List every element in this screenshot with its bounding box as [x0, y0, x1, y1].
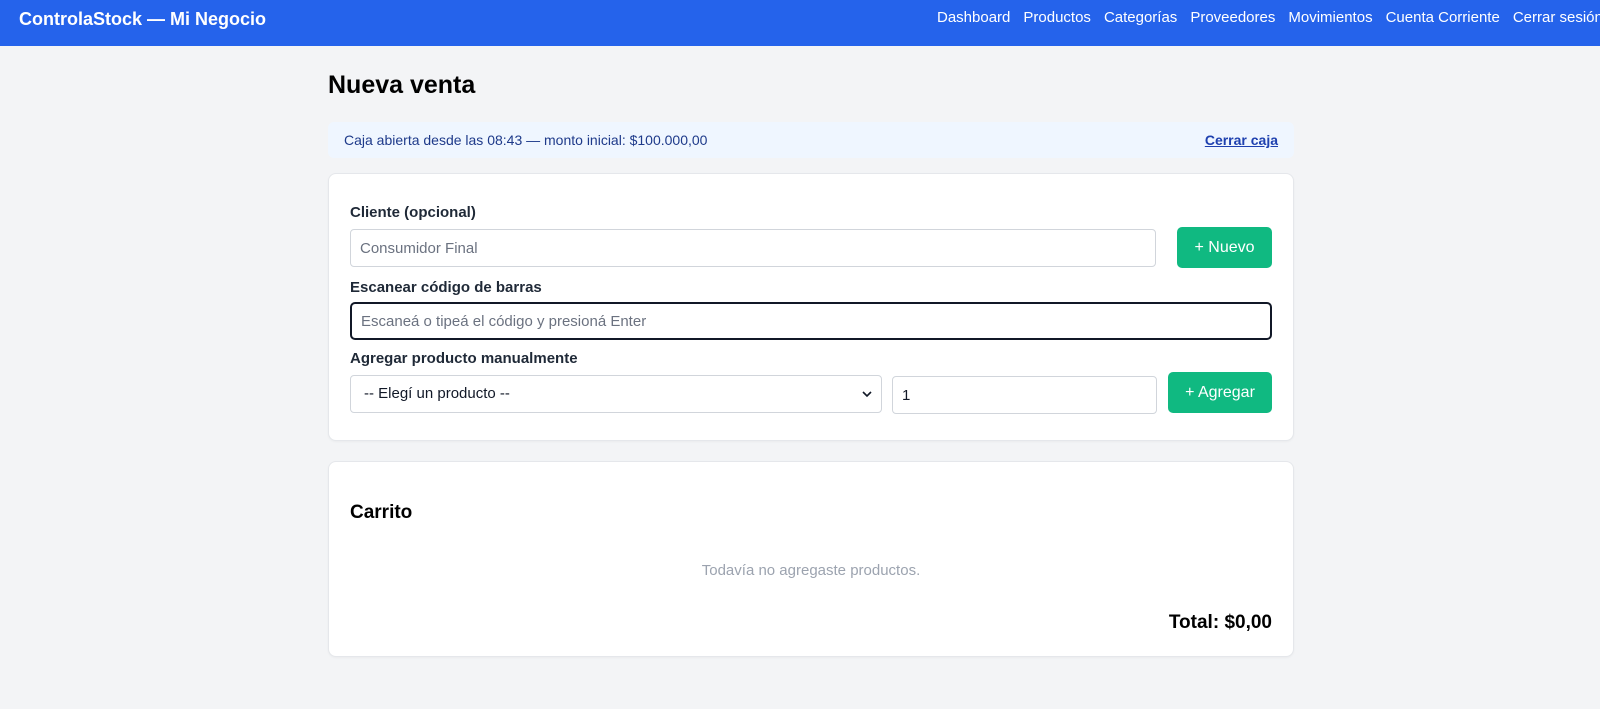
nav-categorias[interactable]: Categorías — [1104, 9, 1177, 26]
cart-title: Carrito — [350, 502, 413, 523]
product-select-value: -- Elegí un producto -- — [364, 385, 510, 402]
main-nav: Dashboard Productos Categorías Proveedor… — [937, 9, 1600, 26]
manual-product-label: Agregar producto manualmente — [350, 350, 578, 367]
nav-dashboard[interactable]: Dashboard — [937, 9, 1010, 26]
brand-name: ControlaStock — [19, 9, 143, 29]
nav-cerrar-sesion[interactable]: Cerrar sesión — [1513, 9, 1600, 26]
page-title: Nueva venta — [328, 71, 476, 99]
cash-status-text: Caja abierta desde las 08:43 — monto ini… — [344, 132, 708, 148]
top-navbar: ControlaStock — Mi Negocio Dashboard Pro… — [0, 0, 1600, 46]
new-client-button[interactable]: + Nuevo — [1177, 227, 1272, 268]
product-select[interactable]: -- Elegí un producto -- — [350, 375, 882, 413]
client-input[interactable] — [350, 229, 1156, 267]
barcode-input[interactable] — [350, 302, 1272, 340]
sale-form-card: Cliente (opcional) + Nuevo Escanear códi… — [328, 173, 1294, 441]
brand-separator: — — [147, 9, 166, 29]
brand[interactable]: ControlaStock — Mi Negocio — [19, 9, 266, 30]
business-name: Mi Negocio — [170, 9, 267, 29]
nav-cuenta-corriente[interactable]: Cuenta Corriente — [1386, 9, 1500, 26]
client-label: Cliente (opcional) — [350, 204, 476, 221]
cash-status-banner: Caja abierta desde las 08:43 — monto ini… — [328, 122, 1294, 158]
barcode-label: Escanear código de barras — [350, 279, 542, 296]
nav-movimientos[interactable]: Movimientos — [1288, 9, 1372, 26]
cart-empty-message: Todavía no agregaste productos. — [701, 562, 921, 579]
cart-card: Carrito Todavía no agregaste productos. … — [328, 461, 1294, 657]
nav-productos[interactable]: Productos — [1023, 9, 1091, 26]
cart-total: Total: $0,00 — [1168, 612, 1272, 633]
quantity-input[interactable] — [892, 376, 1157, 414]
close-cash-link[interactable]: Cerrar caja — [1205, 132, 1278, 148]
chevron-down-icon — [862, 391, 872, 398]
add-product-button[interactable]: + Agregar — [1168, 372, 1272, 413]
nav-proveedores[interactable]: Proveedores — [1190, 9, 1275, 26]
